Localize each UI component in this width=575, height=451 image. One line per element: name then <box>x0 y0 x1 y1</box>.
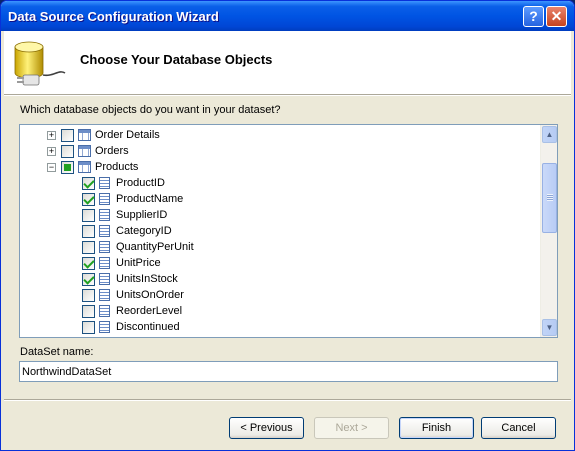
footer-divider <box>4 399 571 401</box>
tree-item[interactable]: CategoryID <box>82 223 172 239</box>
table-icon <box>78 129 91 141</box>
column-icon <box>99 241 110 253</box>
tree-item-checkbox[interactable] <box>82 240 95 254</box>
database-objects-tree[interactable]: + Order Details + Orders − Products ProductID P… <box>19 124 558 338</box>
tree-item-checkbox[interactable] <box>82 176 95 190</box>
tree-item[interactable]: UnitsOnOrder <box>82 287 184 303</box>
expand-icon[interactable]: + <box>47 130 56 140</box>
finish-button[interactable]: Finish <box>399 417 474 439</box>
tree-item-label: Discontinued <box>116 321 180 333</box>
column-icon <box>99 273 110 285</box>
close-button[interactable]: ✕ <box>546 6 567 27</box>
tree-item-checkbox[interactable] <box>82 224 95 238</box>
column-icon <box>99 177 110 189</box>
scroll-thumb[interactable] <box>542 163 557 233</box>
tree-item-label: ProductID <box>116 177 165 189</box>
tree-item-checkbox[interactable] <box>61 128 74 142</box>
tree-item-checkbox[interactable] <box>61 144 74 158</box>
tree-item-label: CategoryID <box>116 225 172 237</box>
column-icon <box>99 321 110 333</box>
dataset-name-label: DataSet name: <box>20 346 94 358</box>
next-button[interactable]: Next > <box>314 417 389 439</box>
column-icon <box>99 209 110 221</box>
tree-item-label: Orders <box>95 145 129 157</box>
tree-item-checkbox[interactable] <box>82 256 95 270</box>
tree-item-checkbox[interactable] <box>82 288 95 302</box>
tree-item-label: ProductName <box>116 193 184 205</box>
tree-item[interactable]: ProductID <box>82 175 165 191</box>
tree-item-label: QuantityPerUnit <box>116 241 194 253</box>
wizard-window: Data Source Configuration Wizard ? ✕ Cho… <box>0 0 575 451</box>
previous-button[interactable]: < Previous <box>229 417 304 439</box>
scroll-down-button[interactable]: ▼ <box>542 319 557 336</box>
tree-item-label: UnitsOnOrder <box>116 289 184 301</box>
tree-item-label: UnitsInStock <box>116 273 178 285</box>
header-title: Choose Your Database Objects <box>80 52 273 67</box>
vertical-scrollbar[interactable]: ▲ ▼ <box>540 125 557 337</box>
tree-item-label: UnitPrice <box>116 257 161 269</box>
window-title: Data Source Configuration Wizard <box>8 9 219 24</box>
tree-item[interactable]: + Orders <box>47 143 129 159</box>
tree-item-label: ReorderLevel <box>116 305 183 317</box>
tree-item-checkbox[interactable] <box>82 272 95 286</box>
dataset-name-input[interactable] <box>19 361 558 382</box>
database-plug-icon <box>14 41 66 86</box>
tree-item-label: Products <box>95 161 139 173</box>
tree-item-checkbox[interactable] <box>82 192 95 206</box>
column-icon <box>99 289 110 301</box>
tree-item-checkbox[interactable] <box>82 208 95 222</box>
column-icon <box>99 257 110 269</box>
expand-icon[interactable]: + <box>47 146 56 156</box>
tree-item-checkbox[interactable] <box>61 160 74 174</box>
tree-item[interactable]: SupplierID <box>82 207 167 223</box>
tree-item[interactable]: QuantityPerUnit <box>82 239 194 255</box>
cancel-button[interactable]: Cancel <box>481 417 556 439</box>
help-button[interactable]: ? <box>523 6 544 27</box>
table-icon <box>78 145 91 157</box>
scroll-up-button[interactable]: ▲ <box>542 126 557 143</box>
wizard-header: Choose Your Database Objects <box>4 31 571 94</box>
table-icon <box>78 161 91 173</box>
header-divider <box>4 94 571 96</box>
column-icon <box>99 225 110 237</box>
tree-item[interactable]: Discontinued <box>82 319 180 335</box>
tree-item[interactable]: UnitsInStock <box>82 271 178 287</box>
tree-item-checkbox[interactable] <box>82 320 95 334</box>
tree-item[interactable]: UnitPrice <box>82 255 161 271</box>
tree-item[interactable]: + Order Details <box>47 127 160 143</box>
tree-item[interactable]: ReorderLevel <box>82 303 182 319</box>
collapse-icon[interactable]: − <box>47 162 56 172</box>
tree-item-label: Order Details <box>95 129 160 141</box>
column-icon <box>99 305 110 317</box>
tree-item[interactable]: ProductName <box>82 191 183 207</box>
title-bar[interactable]: Data Source Configuration Wizard ? ✕ <box>1 1 574 31</box>
objects-prompt-label: Which database objects do you want in yo… <box>20 104 281 116</box>
column-icon <box>99 193 110 205</box>
tree-item[interactable]: − Products <box>47 159 138 175</box>
tree-item-checkbox[interactable] <box>82 304 95 318</box>
tree-item-label: SupplierID <box>116 209 168 221</box>
